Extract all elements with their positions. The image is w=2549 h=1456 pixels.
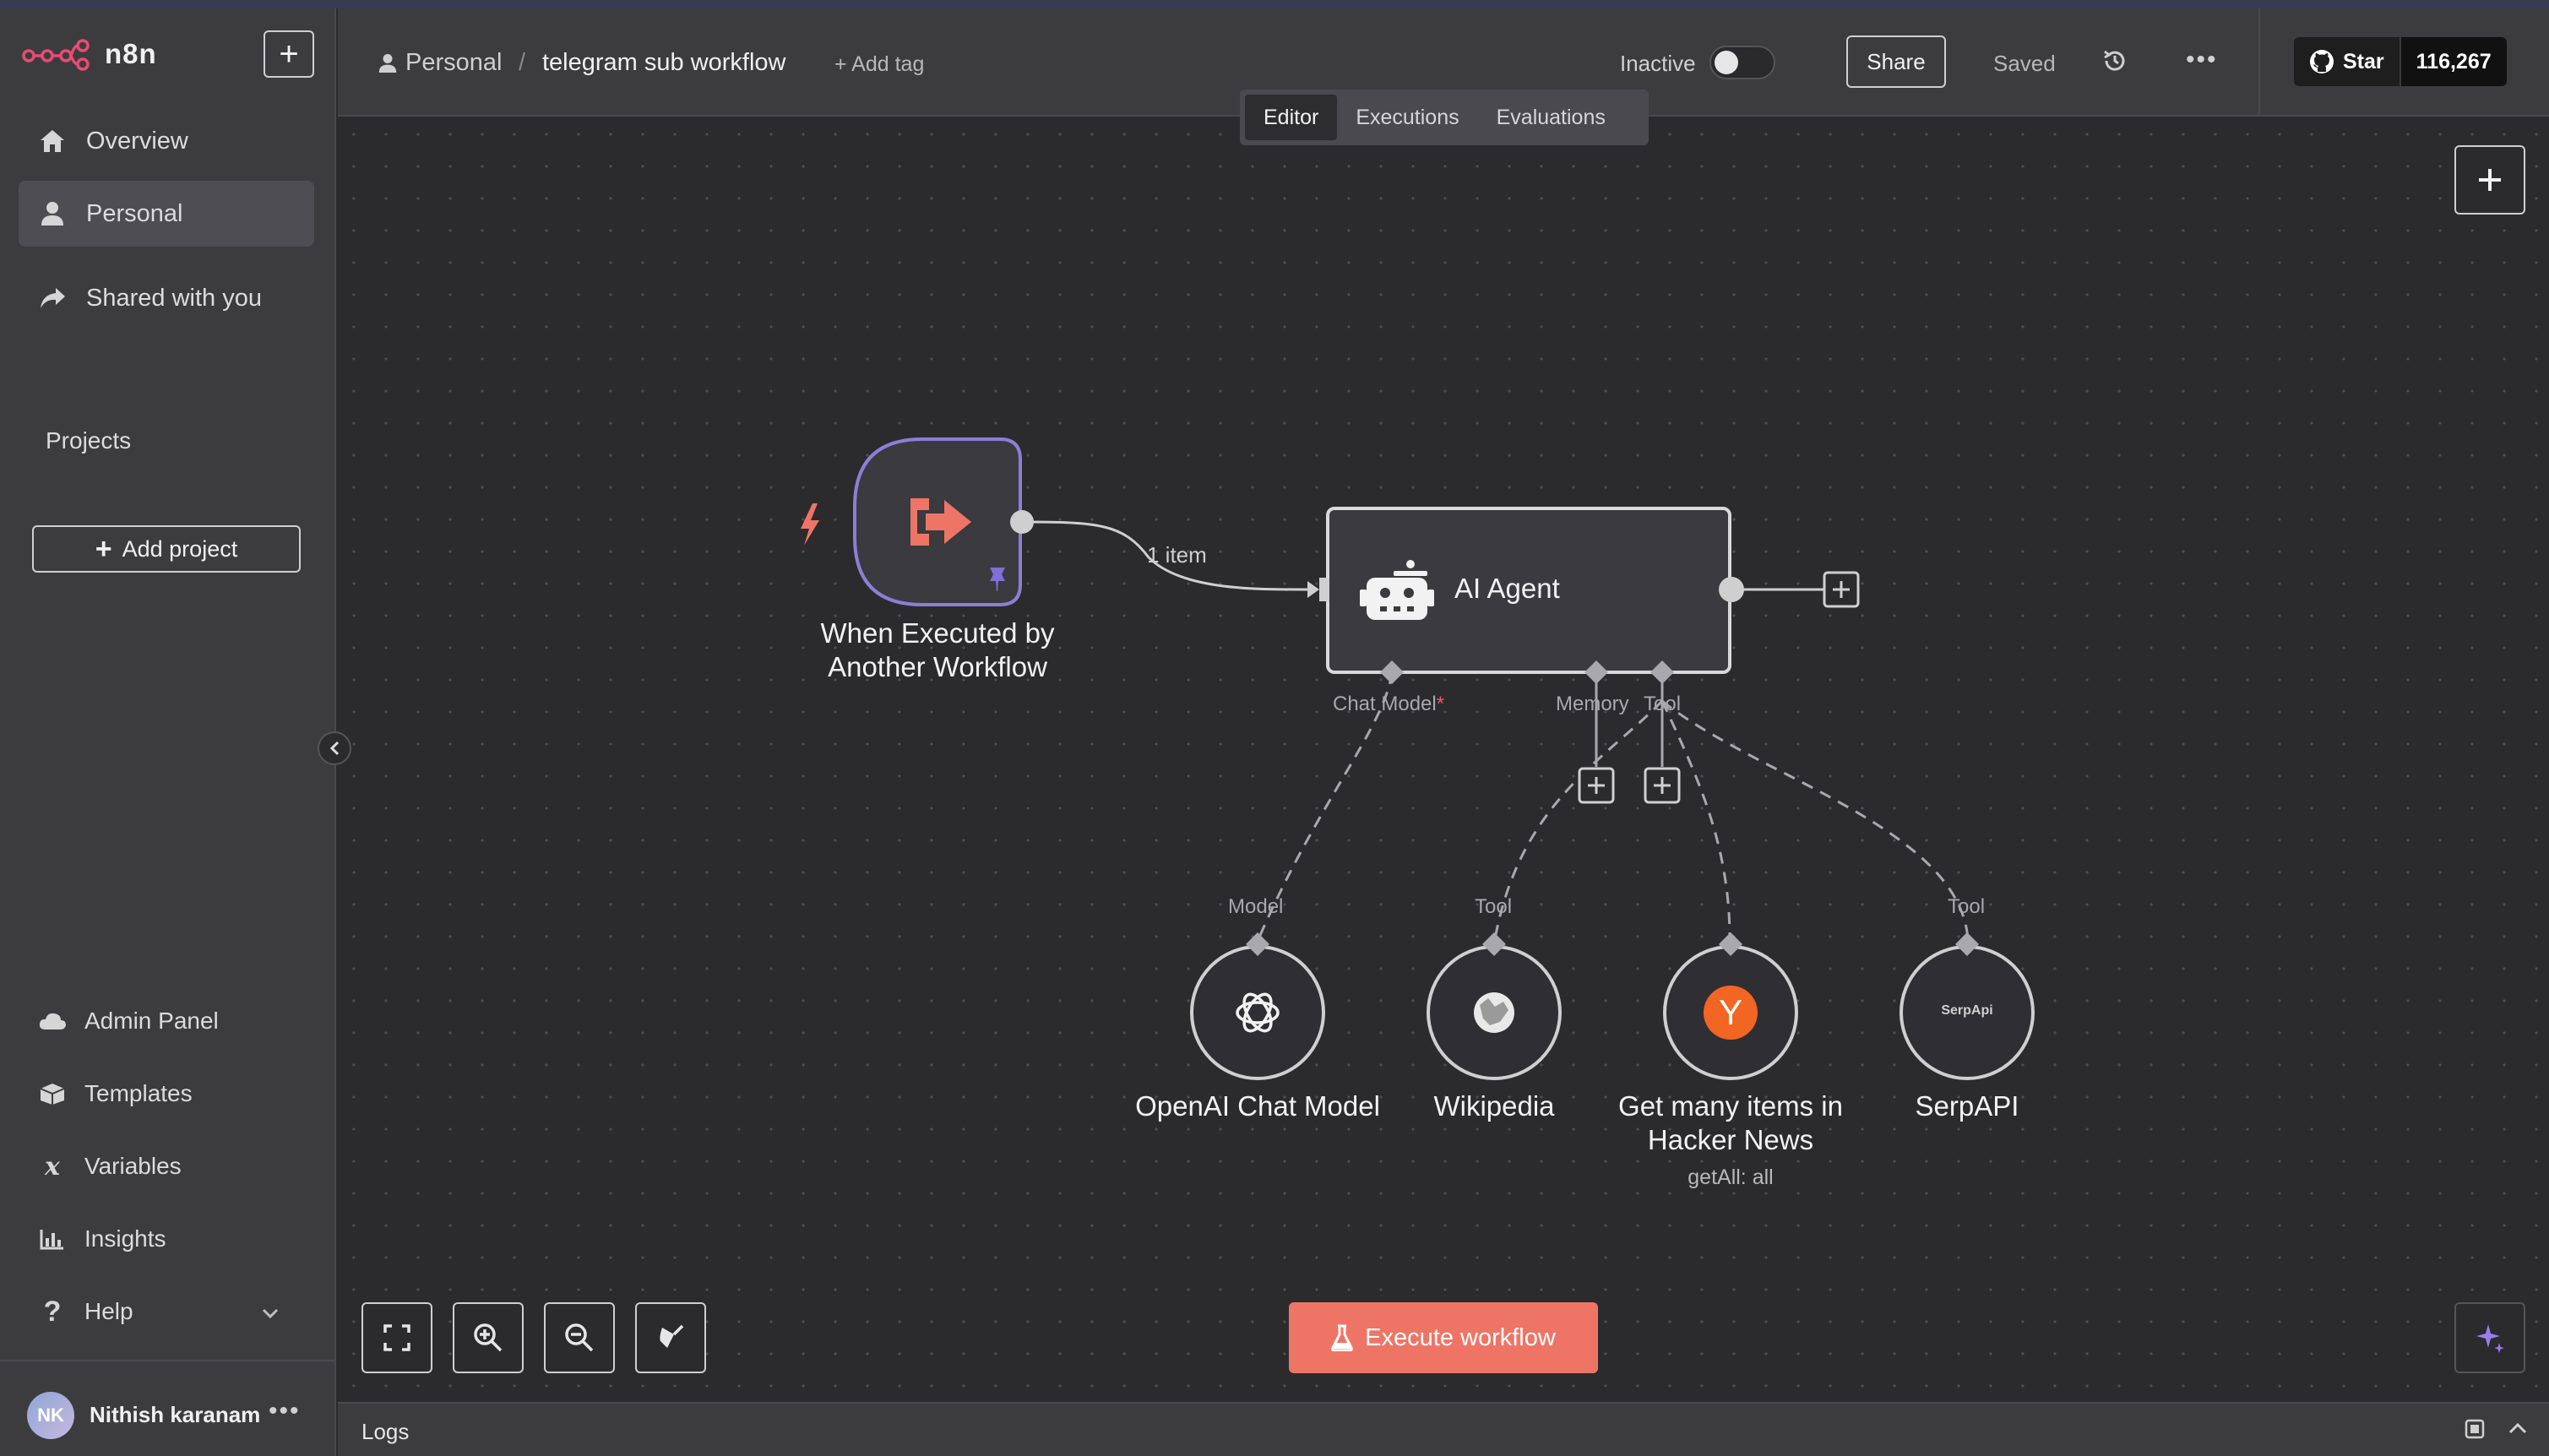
required-mark: * bbox=[1436, 693, 1445, 715]
add-node-button[interactable] bbox=[2454, 145, 2525, 215]
pop-out-icon[interactable] bbox=[2465, 1419, 2485, 1445]
execute-workflow-label: Execute workflow bbox=[1365, 1323, 1556, 1351]
connection-serpapi bbox=[1661, 699, 1970, 940]
view-tabs: Editor Executions Evaluations bbox=[1240, 90, 1649, 145]
ai-agent-label: AI Agent bbox=[1454, 573, 1560, 604]
connection-wikipedia bbox=[1493, 699, 1664, 940]
tab-editor[interactable]: Editor bbox=[1245, 95, 1338, 140]
zoom-in-button[interactable] bbox=[453, 1302, 524, 1373]
sparkle-icon bbox=[2476, 1324, 2504, 1353]
hacker-news-letter: Y bbox=[1718, 992, 1742, 1032]
tidy-up-button[interactable] bbox=[635, 1302, 706, 1373]
trigger-label-line1: When Executed by bbox=[820, 617, 1055, 649]
plus-icon bbox=[2479, 169, 2501, 191]
connection-hackernews bbox=[1660, 700, 1731, 940]
chevron-left-icon bbox=[329, 741, 340, 756]
connection-arrow bbox=[1307, 581, 1319, 598]
trigger-node-label: When Executed by Another Workflow bbox=[785, 617, 1090, 684]
flask-icon bbox=[1331, 1324, 1353, 1351]
logs-controls bbox=[2465, 1419, 2529, 1445]
canvas-graph bbox=[801, 437, 2035, 1080]
chat-model-port-label: Chat Model* bbox=[1333, 693, 1444, 716]
wikipedia-node[interactable] bbox=[1427, 932, 1562, 1080]
model-port-label: Model bbox=[1228, 895, 1284, 918]
logs-label: Logs bbox=[361, 1419, 410, 1444]
add-memory-button[interactable] bbox=[1578, 767, 1615, 804]
logs-panel[interactable]: Logs bbox=[338, 1402, 2549, 1456]
execute-workflow-button[interactable]: Execute workflow bbox=[1289, 1302, 1598, 1373]
trigger-label-line2: Another Workflow bbox=[828, 651, 1047, 682]
chat-model-port-text: Chat Model bbox=[1333, 693, 1437, 715]
serpapi-node-label: SerpAPI bbox=[1915, 1090, 2019, 1122]
edge-item-count: 1 item bbox=[1147, 542, 1207, 568]
tab-evaluations[interactable]: Evaluations bbox=[1478, 95, 1624, 140]
add-node-after-agent[interactable] bbox=[1823, 571, 1860, 608]
broom-icon bbox=[660, 1324, 684, 1348]
agent-input-port bbox=[1319, 578, 1329, 601]
trigger-output-port bbox=[1010, 510, 1034, 534]
trigger-node[interactable] bbox=[853, 437, 1034, 606]
add-tool-button[interactable] bbox=[1644, 767, 1681, 804]
fullscreen-icon bbox=[383, 1324, 410, 1351]
ai-assistant-button[interactable] bbox=[2454, 1302, 2525, 1373]
hackernews-node-subtitle: getAll: all bbox=[1688, 1165, 1774, 1189]
hackernews-label-line2: Hacker News bbox=[1647, 1124, 1814, 1155]
tool-port-label: Tool bbox=[1644, 693, 1682, 715]
agent-output-port bbox=[1719, 577, 1744, 602]
wikipedia-port-label: Tool bbox=[1475, 895, 1513, 918]
collapse-sidebar-button[interactable] bbox=[318, 731, 351, 765]
tab-executions[interactable]: Executions bbox=[1337, 95, 1477, 140]
lightning-icon bbox=[801, 503, 819, 546]
serpapi-port-label: Tool bbox=[1948, 895, 1986, 918]
zoom-out-icon bbox=[565, 1323, 594, 1352]
fit-view-button[interactable] bbox=[361, 1302, 432, 1373]
serpapi-icon: SerpApi bbox=[1941, 1003, 1993, 1018]
chevron-up-icon[interactable] bbox=[2507, 1419, 2529, 1445]
openai-node[interactable] bbox=[1190, 932, 1325, 1080]
zoom-in-icon bbox=[474, 1323, 503, 1352]
zoom-out-button[interactable] bbox=[544, 1302, 615, 1373]
memory-port-label: Memory bbox=[1556, 693, 1629, 715]
wikipedia-icon bbox=[1474, 992, 1514, 1033]
